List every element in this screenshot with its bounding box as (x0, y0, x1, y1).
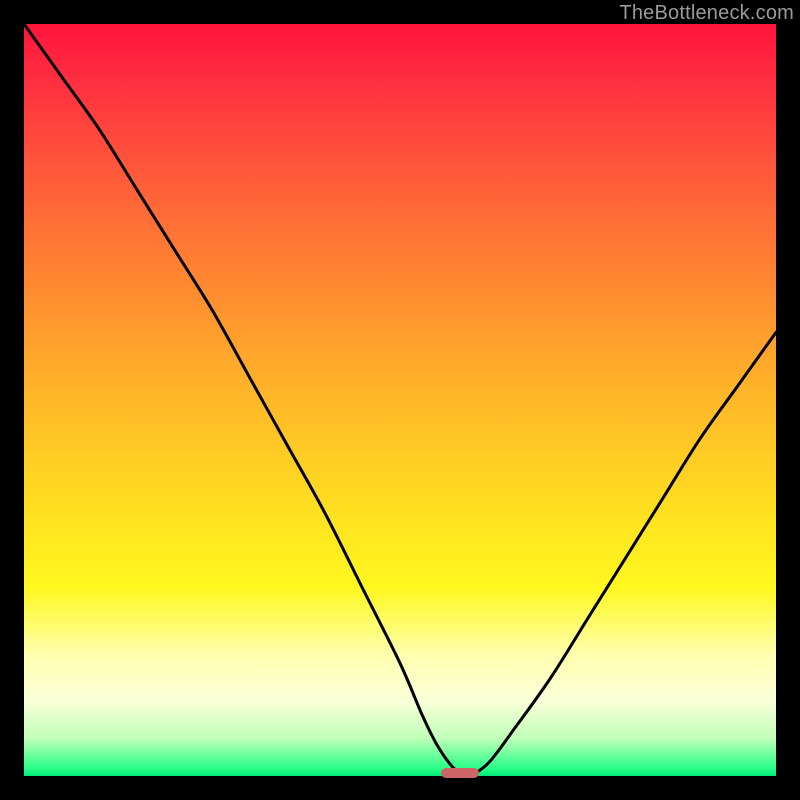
bottleneck-curve (24, 24, 776, 775)
chart-frame: TheBottleneck.com (0, 0, 800, 800)
watermark-text: TheBottleneck.com (619, 2, 794, 25)
optimal-range-marker (441, 768, 479, 778)
plot-area (24, 24, 776, 776)
curve-svg (24, 24, 776, 776)
